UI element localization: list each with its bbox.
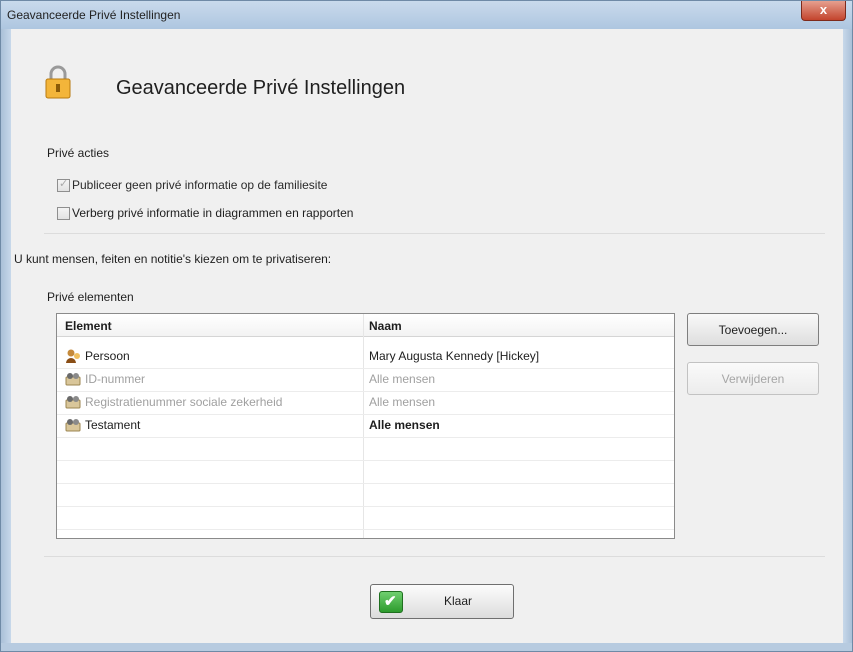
table-row[interactable]: Persoon Mary Augusta Kennedy [Hickey] <box>57 345 674 369</box>
list-header: Element Naam <box>57 314 674 337</box>
row-name: Alle mensen <box>369 372 436 386</box>
empty-row <box>57 483 674 507</box>
remove-button[interactable]: Verwijderen <box>687 362 819 395</box>
row-name: Alle mensen <box>369 418 440 432</box>
window-frame-left <box>1 29 11 651</box>
ok-button[interactable]: Klaar <box>370 584 514 619</box>
divider <box>44 556 825 557</box>
empty-row <box>57 437 674 461</box>
table-row[interactable]: Registratienummer sociale zekerheid Alle… <box>57 391 674 415</box>
empty-row <box>57 506 674 530</box>
row-element: Persoon <box>85 349 130 363</box>
lock-icon <box>45 65 71 99</box>
close-icon: x <box>819 2 828 17</box>
hide-checkbox-label: Verberg privé informatie in diagrammen e… <box>72 206 354 220</box>
row-element: Registratienummer sociale zekerheid <box>85 395 283 409</box>
column-header-element[interactable]: Element <box>65 319 112 333</box>
column-header-name[interactable]: Naam <box>369 319 402 333</box>
people-fact-icon <box>65 396 81 409</box>
window-frame-right <box>843 29 852 651</box>
publish-checkbox-label: Publiceer geen privé informatie op de fa… <box>72 178 328 192</box>
window-title: Geavanceerde Privé Instellingen <box>7 8 181 22</box>
row-element: Testament <box>85 418 141 432</box>
checkmark-icon <box>379 591 403 613</box>
publish-checkbox[interactable] <box>57 177 70 192</box>
people-fact-icon <box>65 373 81 386</box>
empty-row <box>57 460 674 484</box>
private-elements-label: Privé elementen <box>47 290 134 304</box>
people-fact-icon <box>65 419 81 432</box>
window-frame-bottom <box>1 643 852 651</box>
row-name: Mary Augusta Kennedy [Hickey] <box>369 349 540 363</box>
hide-checkbox[interactable] <box>57 207 70 220</box>
private-elements-list[interactable]: Element Naam Persoon Mary Augusta Kenned… <box>56 313 675 539</box>
close-button[interactable]: x <box>801 1 846 21</box>
private-actions-label: Privé acties <box>47 146 110 160</box>
ok-button-label: Klaar <box>444 594 473 608</box>
table-row[interactable]: ID-nummer Alle mensen <box>57 368 674 392</box>
page-title: Geavanceerde Privé Instellingen <box>116 77 406 99</box>
row-name: Alle mensen <box>369 395 436 409</box>
instruction-text: U kunt mensen, feiten en notitie's kieze… <box>14 252 332 266</box>
divider <box>44 233 825 234</box>
row-element: ID-nummer <box>85 372 146 386</box>
add-button[interactable]: Toevoegen... <box>687 313 819 346</box>
table-row[interactable]: Testament Alle mensen <box>57 414 674 438</box>
person-icon <box>66 349 80 363</box>
title-bar[interactable]: Geavanceerde Privé Instellingen x <box>1 1 852 29</box>
